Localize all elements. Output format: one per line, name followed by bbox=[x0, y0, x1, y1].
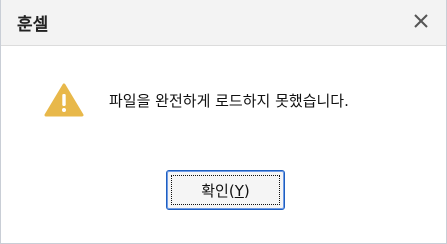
close-icon bbox=[414, 14, 428, 28]
dialog-window: 훈셀 파일을 완전하게 로드하지 못했습니다. 확인(Y) bbox=[0, 0, 447, 244]
ok-label-prefix: 확인( bbox=[201, 181, 235, 200]
close-button[interactable] bbox=[410, 8, 432, 34]
ok-label-suffix: ) bbox=[243, 181, 250, 200]
window-title: 훈셀 bbox=[17, 15, 49, 35]
warning-icon bbox=[44, 83, 84, 117]
title-bar[interactable]: 훈셀 bbox=[1, 0, 446, 46]
ok-label-mnemonic: Y bbox=[234, 181, 244, 200]
ok-button[interactable]: 확인(Y) bbox=[166, 170, 285, 210]
dialog-message: 파일을 완전하게 로드하지 못했습니다. bbox=[109, 92, 349, 110]
ok-button-label: 확인(Y) bbox=[201, 180, 249, 201]
dialog-body: 파일을 완전하게 로드하지 못했습니다. 확인(Y) bbox=[1, 46, 446, 244]
